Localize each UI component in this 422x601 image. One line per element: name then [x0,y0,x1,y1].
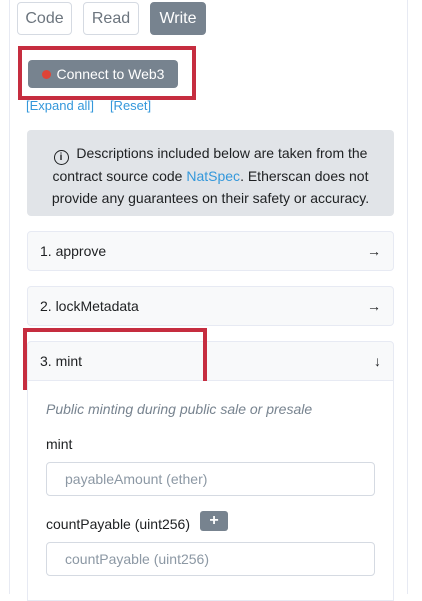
arrow-down-icon: ↓ [374,353,381,369]
function-approve-label: 1. approve [40,243,107,259]
expand-all-link[interactable]: [Expand all] [26,98,94,113]
function-lockmetadata[interactable]: 2. lockMetadata → [27,286,394,326]
mint-description: Public minting during public sale or pre… [46,401,313,417]
accordion-controls: [Expand all] [Reset] [26,98,151,113]
count-payable-input[interactable] [46,542,375,576]
tab-read[interactable]: Read [83,2,139,35]
add-item-button[interactable]: + [200,511,228,531]
connection-status-dot-icon [41,69,51,79]
connect-web3-button[interactable]: Connect to Web3 [28,60,178,88]
function-mint[interactable]: 3. mint ↓ [27,341,394,381]
tab-write[interactable]: Write [150,2,206,35]
mint-function-body: Public minting during public sale or pre… [27,381,394,601]
tab-code[interactable]: Code [17,2,72,35]
function-mint-label: 3. mint [40,353,83,369]
contract-tabs: Code Read Write [17,2,206,35]
natspec-notice: i Descriptions included below are taken … [27,130,394,216]
function-approve[interactable]: 1. approve → [27,231,394,271]
payable-amount-label: mint [46,436,73,452]
arrow-right-icon: → [367,298,381,314]
payable-amount-input[interactable] [46,462,375,496]
count-payable-label: countPayable (uint256) [46,516,190,532]
connect-web3-label: Connect to Web3 [56,66,165,82]
arrow-right-icon: → [367,243,381,259]
function-lockmetadata-label: 2. lockMetadata [40,298,139,314]
info-icon: i [53,150,69,165]
natspec-link[interactable]: NatSpec [186,168,240,184]
reset-link[interactable]: [Reset] [110,98,151,113]
